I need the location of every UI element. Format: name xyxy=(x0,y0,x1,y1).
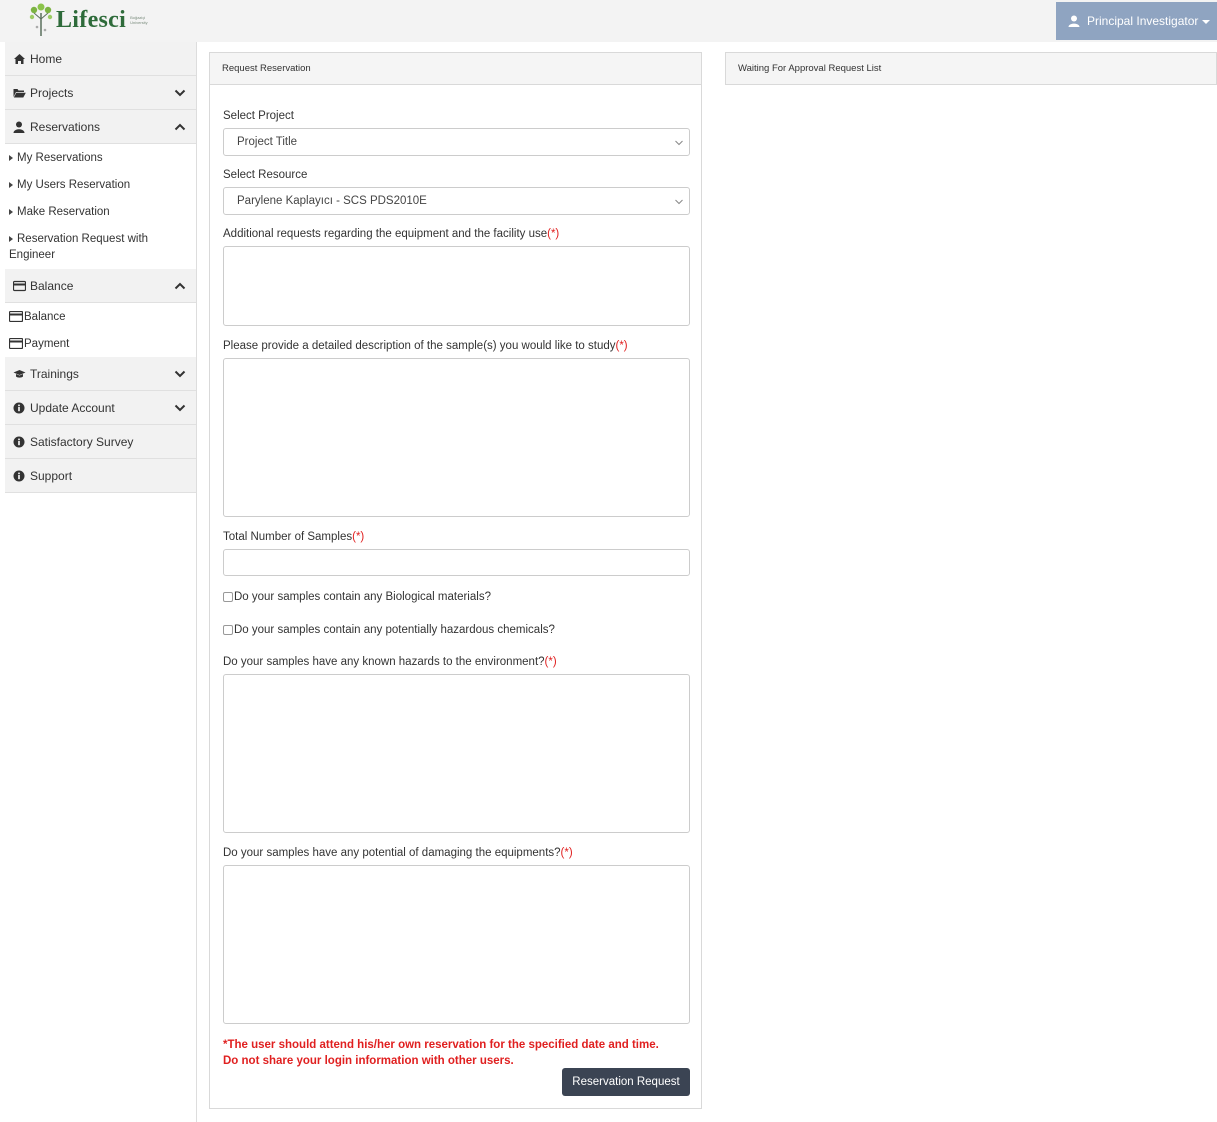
resource-select-value: Parylene Kaplayıcı - SCS PDS2010E xyxy=(237,195,427,207)
sidebar-item-label: My Users Reservation xyxy=(17,178,131,191)
additional-requests-label: Additional requests regarding the equipm… xyxy=(223,228,560,240)
folder-open-icon xyxy=(13,88,26,97)
sidebar-item-reservation-request-engineer[interactable]: Reservation Request with Engineer xyxy=(5,225,196,269)
required-mark: (*) xyxy=(547,228,560,240)
credit-card-icon xyxy=(9,338,23,349)
sidebar: Home Projects Reservations My Reservatio… xyxy=(5,42,197,1122)
user-menu-button[interactable]: Principal Investigator xyxy=(1056,2,1217,40)
caret-right-icon xyxy=(9,181,13,188)
chevron-down-icon[interactable] xyxy=(174,87,186,99)
sidebar-item-label: Projects xyxy=(30,85,74,100)
graduation-cap-icon xyxy=(13,369,26,378)
sidebar-item-my-users-reservation[interactable]: My Users Reservation xyxy=(5,171,196,198)
brand-subtext: Boğaziçi University xyxy=(130,15,148,25)
sidebar-item-label: Home xyxy=(30,51,63,66)
sidebar-item-label: Trainings xyxy=(30,366,79,381)
info-circle-icon xyxy=(13,470,25,481)
approval-list-panel: Waiting For Approval Request List xyxy=(725,52,1217,85)
sidebar-item-label: My Reservations xyxy=(17,151,103,164)
sidebar-item-make-reservation[interactable]: Make Reservation xyxy=(5,198,196,225)
sidebar-item-reservations[interactable]: Reservations xyxy=(5,110,196,144)
sidebar-item-update-account[interactable]: Update Account xyxy=(5,391,196,425)
required-mark: (*) xyxy=(352,531,365,543)
user-menu-label: Principal Investigator xyxy=(1087,14,1199,28)
caret-right-icon xyxy=(9,208,13,215)
sidebar-item-label: Update Account xyxy=(30,400,115,415)
caret-right-icon xyxy=(9,235,13,242)
user-icon xyxy=(13,121,25,133)
panel-title: Waiting For Approval Request List xyxy=(726,53,1216,84)
environment-hazards-label: Do your samples have any known hazards t… xyxy=(223,656,557,668)
sidebar-item-payment[interactable]: Payment xyxy=(5,330,196,357)
sidebar-item-label: Reservation Request with Engineer xyxy=(9,233,149,261)
info-circle-icon xyxy=(13,402,25,413)
credit-card-icon xyxy=(9,311,23,322)
attendance-warning: *The user should attend his/her own rese… xyxy=(223,1039,659,1067)
user-icon xyxy=(1068,15,1080,27)
sidebar-item-satisfactory-survey[interactable]: Satisfactory Survey xyxy=(5,425,196,459)
project-select[interactable]: Project Title xyxy=(223,128,690,156)
total-samples-label: Total Number of Samples(*) xyxy=(223,531,365,543)
resource-select[interactable]: Parylene Kaplayıcı - SCS PDS2010E xyxy=(223,187,690,215)
sidebar-item-label: Satisfactory Survey xyxy=(30,434,134,449)
sidebar-item-label: Balance xyxy=(24,310,66,323)
sample-description-label: Please provide a detailed description of… xyxy=(223,340,628,352)
request-reservation-panel: Request Reservation Select Project Proje… xyxy=(209,52,702,1109)
select-project-label: Select Project xyxy=(223,110,294,122)
lifesci-logo[interactable]: Lifesci Boğaziçi University xyxy=(28,3,162,37)
select-resource-label: Select Resource xyxy=(223,169,308,181)
sidebar-item-support[interactable]: Support xyxy=(5,459,196,493)
sidebar-item-label: Payment xyxy=(24,337,70,350)
top-bar: Lifesci Boğaziçi University Principal In… xyxy=(0,0,1217,42)
panel-title: Request Reservation xyxy=(210,53,701,85)
info-circle-icon xyxy=(13,436,25,447)
hazardous-chemicals-label: Do your samples contain any potentially … xyxy=(234,624,555,636)
chevron-up-icon[interactable] xyxy=(174,280,186,292)
sidebar-item-trainings[interactable]: Trainings xyxy=(5,357,196,391)
sidebar-item-label: Make Reservation xyxy=(17,205,110,218)
sidebar-item-balance-sub[interactable]: Balance xyxy=(5,303,196,330)
biological-materials-row: Do your samples contain any Biological m… xyxy=(223,591,491,603)
sidebar-item-home[interactable]: Home xyxy=(5,42,196,76)
chevron-down-icon[interactable] xyxy=(174,368,186,380)
caret-right-icon xyxy=(9,154,13,161)
sidebar-item-balance[interactable]: Balance xyxy=(5,269,196,303)
reservation-request-button[interactable]: Reservation Request xyxy=(562,1068,690,1096)
environment-hazards-textarea[interactable] xyxy=(223,674,690,833)
total-samples-input[interactable] xyxy=(223,549,690,576)
required-mark: (*) xyxy=(560,847,573,859)
chevron-down-icon xyxy=(675,199,683,205)
home-icon xyxy=(14,53,25,64)
biological-materials-checkbox[interactable] xyxy=(223,592,233,602)
sidebar-item-my-reservations[interactable]: My Reservations xyxy=(5,144,196,171)
caret-down-icon xyxy=(1202,20,1211,24)
sidebar-item-label: Support xyxy=(30,468,73,483)
tree-logo-icon xyxy=(29,3,53,36)
additional-requests-textarea[interactable] xyxy=(223,246,690,326)
sidebar-item-label: Reservations xyxy=(30,119,101,134)
required-mark: (*) xyxy=(544,656,557,668)
chevron-down-icon[interactable] xyxy=(174,402,186,414)
equipment-damage-label: Do your samples have any potential of da… xyxy=(223,847,573,859)
credit-card-icon xyxy=(13,280,26,291)
biological-materials-label: Do your samples contain any Biological m… xyxy=(234,591,491,603)
equipment-damage-textarea[interactable] xyxy=(223,865,690,1024)
chevron-down-icon xyxy=(675,140,683,146)
chevron-up-icon[interactable] xyxy=(174,121,186,133)
required-mark: (*) xyxy=(615,340,628,352)
sidebar-item-label: Balance xyxy=(30,278,74,293)
project-select-value: Project Title xyxy=(237,136,298,148)
hazardous-chemicals-row: Do your samples contain any potentially … xyxy=(223,624,555,636)
brand-name: Lifesci xyxy=(56,6,127,33)
sample-description-textarea[interactable] xyxy=(223,358,690,517)
sidebar-item-projects[interactable]: Projects xyxy=(5,76,196,110)
hazardous-chemicals-checkbox[interactable] xyxy=(223,625,233,635)
